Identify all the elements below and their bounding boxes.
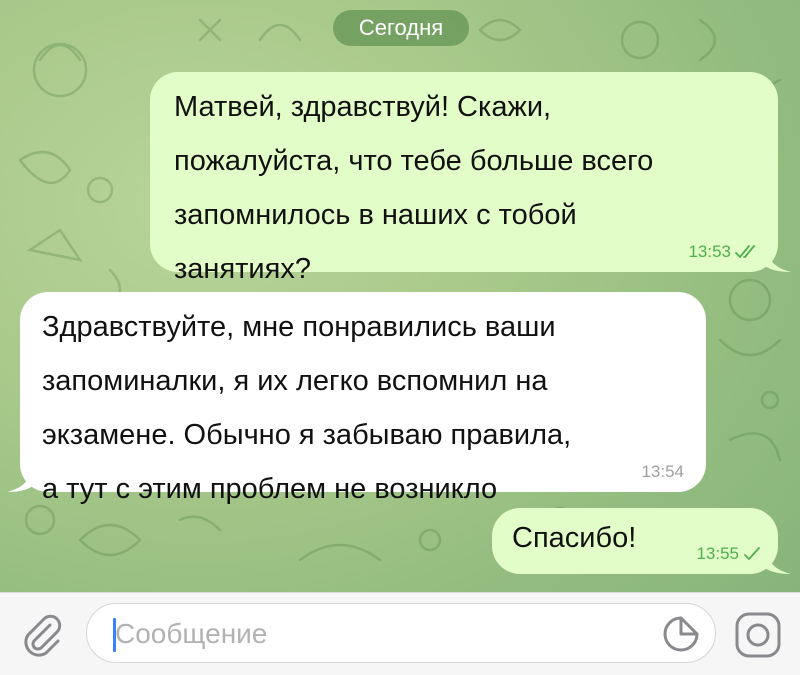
message-composer <box>0 592 800 675</box>
sticker-icon[interactable] <box>661 614 701 654</box>
message-input-wrapper <box>86 603 716 663</box>
date-separator: Сегодня <box>333 10 469 46</box>
message-text: Здравствуйте, мне понравились ваши запом… <box>42 311 572 505</box>
message-meta: 13:55 <box>696 544 762 564</box>
message-meta: 13:53 <box>688 242 762 262</box>
camera-icon[interactable] <box>732 609 784 661</box>
message-time: 13:53 <box>688 242 731 261</box>
paperclip-icon <box>24 614 62 657</box>
check-icon <box>744 547 760 560</box>
message-bubble-outgoing[interactable]: Спасибо! 13:55 <box>492 508 791 574</box>
message-time: 13:54 <box>641 462 684 481</box>
message-time: 13:55 <box>696 544 739 563</box>
bubble-tail <box>765 546 791 574</box>
chat-screen: Сегодня Матвей, здравствуй! Скажи, пожал… <box>0 0 800 675</box>
double-check-icon <box>735 245 755 258</box>
message-bubble-outgoing[interactable]: Матвей, здравствуй! Скажи, пожалуйста, ч… <box>150 72 791 285</box>
bubble-tail <box>7 464 33 492</box>
bubble-tail <box>765 244 791 272</box>
message-meta: 13:54 <box>641 462 684 482</box>
attach-button[interactable] <box>18 611 66 659</box>
message-input[interactable] <box>113 612 637 656</box>
message-bubble-incoming[interactable]: Здравствуйте, мне понравились ваши запом… <box>7 292 706 505</box>
message-text: Матвей, здравствуй! Скажи, пожалуйста, ч… <box>174 91 654 285</box>
